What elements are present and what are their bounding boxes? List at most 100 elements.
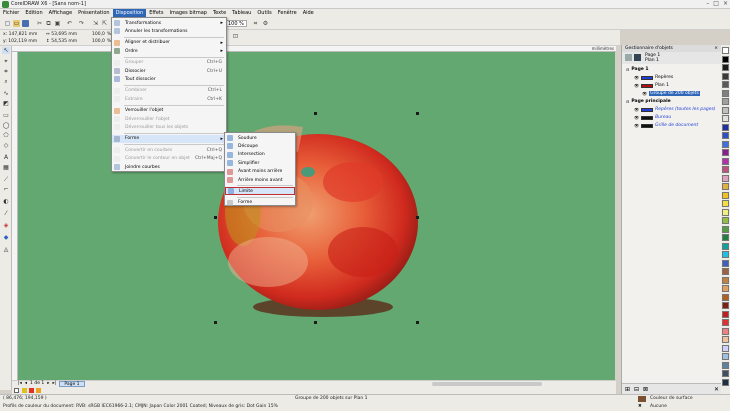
cut-icon[interactable]: ✂	[36, 20, 43, 27]
menu-2[interactable]: Affichage	[46, 9, 76, 18]
palette-swatch[interactable]	[722, 149, 729, 156]
forme-menu-item[interactable]: Simplifier	[225, 159, 295, 167]
forme-menu-item[interactable]: Arrière moins avant	[225, 176, 295, 184]
palette-swatch[interactable]	[722, 361, 729, 369]
close-button[interactable]: ×	[723, 0, 728, 9]
paste-icon[interactable]: ▣	[54, 20, 61, 27]
fill-tool-icon[interactable]: ◆	[2, 234, 10, 241]
shape-tool-icon[interactable]: ⌖	[2, 58, 10, 65]
tree-item[interactable]: 👁 Plan 1	[634, 82, 669, 89]
y-position-field[interactable]: y: 102,119 mm	[3, 39, 37, 44]
forme-menu-item[interactable]: Intersection	[225, 151, 295, 159]
visibility-icon[interactable]: 👁	[634, 115, 639, 120]
forme-menu-item[interactable]: Soudure	[225, 134, 295, 142]
width-field[interactable]: ↔ 53,695 mm	[46, 32, 77, 37]
palette-swatch[interactable]	[722, 98, 729, 105]
group-icon[interactable]: ⊡	[232, 33, 239, 40]
open-icon[interactable]: ▭	[13, 20, 20, 27]
tree-item[interactable]: 👁 Grille de document	[634, 122, 698, 129]
palette-swatch[interactable]	[722, 293, 729, 301]
selection-handle[interactable]	[416, 216, 419, 219]
menu-3[interactable]: Présentation	[75, 9, 112, 18]
palette-swatch[interactable]	[722, 123, 729, 131]
copy-icon[interactable]: ⧉	[45, 20, 52, 27]
scale-width-field[interactable]: 100,0	[92, 32, 105, 37]
palette-swatch[interactable]	[722, 336, 729, 343]
palette-swatch[interactable]	[722, 200, 729, 207]
palette-swatch[interactable]	[722, 166, 729, 173]
menu-10[interactable]: Fenêtre	[275, 9, 300, 18]
height-field[interactable]: ↕ 54,535 mm	[46, 39, 77, 44]
menu-11[interactable]: Aide	[300, 9, 317, 18]
dimension-tool-icon[interactable]: ⟋	[2, 176, 10, 183]
disposition-menu-item[interactable]: Joindre courbes	[112, 163, 226, 171]
palette-swatch[interactable]	[722, 327, 729, 335]
palette-swatch[interactable]	[722, 89, 729, 97]
disposition-menu-item[interactable]: Tout dissocier	[112, 75, 226, 83]
new-master-layer-icon[interactable]: ⊟	[634, 386, 639, 393]
basic-shapes-icon[interactable]: ◇	[2, 142, 10, 149]
tree-item[interactable]: ⊟ Page 1	[626, 66, 649, 73]
selection-handle[interactable]	[214, 321, 217, 324]
visibility-icon[interactable]: 👁	[634, 75, 639, 80]
snap-icon[interactable]: ⌗	[252, 20, 259, 27]
palette-swatch[interactable]	[722, 268, 729, 275]
menu-8[interactable]: Tableau	[229, 9, 254, 18]
color-swatch[interactable]	[22, 388, 27, 393]
palette-swatch[interactable]	[722, 276, 729, 284]
prev-page-icon[interactable]: ◂	[25, 381, 27, 386]
tree-item[interactable]: 👁 Repères (toutes les pages)	[634, 106, 716, 113]
disposition-menu-item[interactable]: Transformations ▸	[112, 19, 226, 27]
crop-tool-icon[interactable]: ⌗	[2, 68, 10, 75]
visibility-icon[interactable]: 👁	[642, 91, 647, 96]
palette-swatch[interactable]	[722, 344, 729, 352]
horizontal-scrollbar[interactable]	[12, 380, 616, 387]
palette-swatch[interactable]	[722, 55, 729, 63]
disposition-menu-item[interactable]: Dissocier Ctrl+U	[112, 67, 226, 75]
eyedropper-tool-icon[interactable]: ⁄	[2, 210, 10, 217]
tree-item[interactable]: 👁 Repères	[634, 74, 673, 81]
palette-swatch[interactable]	[722, 191, 729, 199]
selection-handle[interactable]	[416, 321, 419, 324]
forme-menu-item[interactable]: Limite	[225, 187, 295, 196]
selection-handle[interactable]	[416, 112, 419, 115]
palette-swatch[interactable]	[722, 217, 729, 224]
palette-swatch[interactable]	[722, 208, 729, 216]
disposition-menu-item[interactable]: Forme ▸	[112, 134, 226, 143]
view-icon[interactable]	[634, 54, 641, 61]
palette-swatch[interactable]	[722, 81, 729, 88]
palette-swatch[interactable]	[722, 234, 729, 241]
new-page-layer-icon[interactable]: ⊠	[643, 386, 648, 393]
last-page-icon[interactable]: ▸|	[53, 381, 57, 386]
minimize-button[interactable]: –	[706, 0, 709, 9]
undo-icon[interactable]: ↶	[66, 20, 73, 27]
pick-tool-icon[interactable]: ↖	[2, 47, 10, 54]
palette-swatch[interactable]	[722, 174, 729, 182]
scroll-thumb[interactable]	[432, 382, 542, 386]
tab-page-1[interactable]: Page 1	[59, 380, 85, 387]
palette-swatch[interactable]	[722, 225, 729, 233]
tree-item[interactable]: ⊟ Page principale	[626, 98, 671, 105]
selection-handle[interactable]	[214, 216, 217, 219]
first-page-icon[interactable]: |◂	[18, 381, 22, 386]
palette-swatch[interactable]	[722, 47, 729, 54]
visibility-icon[interactable]: 👁	[634, 107, 639, 112]
color-swatch[interactable]	[29, 388, 34, 393]
palette-swatch[interactable]	[722, 140, 729, 148]
palette-swatch[interactable]	[722, 378, 729, 386]
options-icon[interactable]: ⚙	[262, 20, 269, 27]
maximize-button[interactable]: □	[713, 0, 719, 9]
zoom-tool-icon[interactable]: ⌕	[2, 78, 10, 85]
redo-icon[interactable]: ↷	[78, 20, 85, 27]
new-icon[interactable]: ▢	[4, 20, 11, 27]
freehand-tool-icon[interactable]: ∿	[2, 90, 10, 97]
palette-swatch[interactable]	[722, 72, 729, 80]
disposition-menu-item[interactable]: Annuler les transformations	[112, 27, 226, 35]
import-icon[interactable]: ⇲	[92, 20, 99, 27]
palette-swatch[interactable]	[722, 132, 729, 139]
palette-swatch[interactable]	[722, 251, 729, 258]
next-page-icon[interactable]: ▸	[47, 381, 49, 386]
polygon-tool-icon[interactable]: ⬠	[2, 132, 10, 139]
forme-menu-item[interactable]: Forme	[225, 199, 295, 207]
new-layer-icon[interactable]: ⊞	[625, 386, 630, 393]
